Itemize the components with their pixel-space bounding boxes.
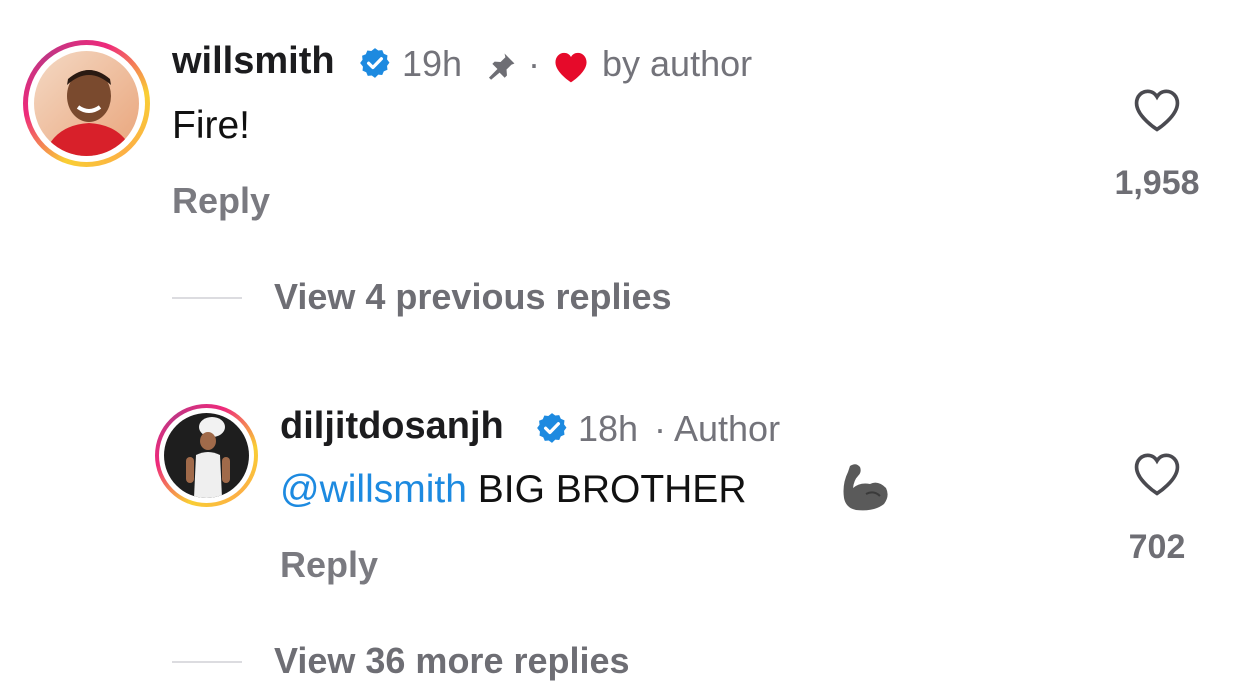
like-count: 702 — [1128, 528, 1186, 566]
avatar-diljitdosanjh[interactable] — [155, 404, 258, 507]
liked-by-author: by author — [602, 43, 753, 84]
like-count: 1,958 — [1114, 164, 1200, 202]
verified-icon — [360, 48, 390, 78]
reply-button[interactable]: Reply — [280, 544, 378, 586]
reply-username[interactable]: diljitdosanjh — [280, 405, 504, 448]
verified-icon — [537, 413, 567, 443]
mention-link[interactable]: @willsmith — [280, 468, 467, 511]
avatar-willsmith[interactable] — [23, 40, 150, 167]
meta-separator: · — [528, 43, 540, 84]
view-more-label[interactable]: View 36 more replies — [274, 640, 630, 682]
like-heart-icon[interactable] — [1128, 448, 1186, 498]
comment-username[interactable]: willsmith — [172, 40, 335, 83]
reply-button[interactable]: Reply — [172, 180, 270, 222]
thread-line — [172, 661, 242, 663]
like-heart-icon[interactable] — [1128, 84, 1186, 134]
pin-icon — [488, 53, 515, 80]
comment-time: 19h — [402, 43, 463, 84]
view-previous-label[interactable]: View 4 previous replies — [274, 276, 672, 318]
reply-time: 18h — [578, 408, 639, 449]
thread-line — [172, 297, 242, 299]
author-heart-icon — [555, 52, 587, 83]
reply-text-body: BIG BROTHER — [477, 468, 747, 511]
author-badge: · Author — [654, 408, 781, 449]
comment-text: Fire! — [172, 104, 250, 147]
flexed-biceps-icon — [843, 464, 888, 511]
reply-text: @willsmith BIG BROTHER — [280, 468, 746, 512]
